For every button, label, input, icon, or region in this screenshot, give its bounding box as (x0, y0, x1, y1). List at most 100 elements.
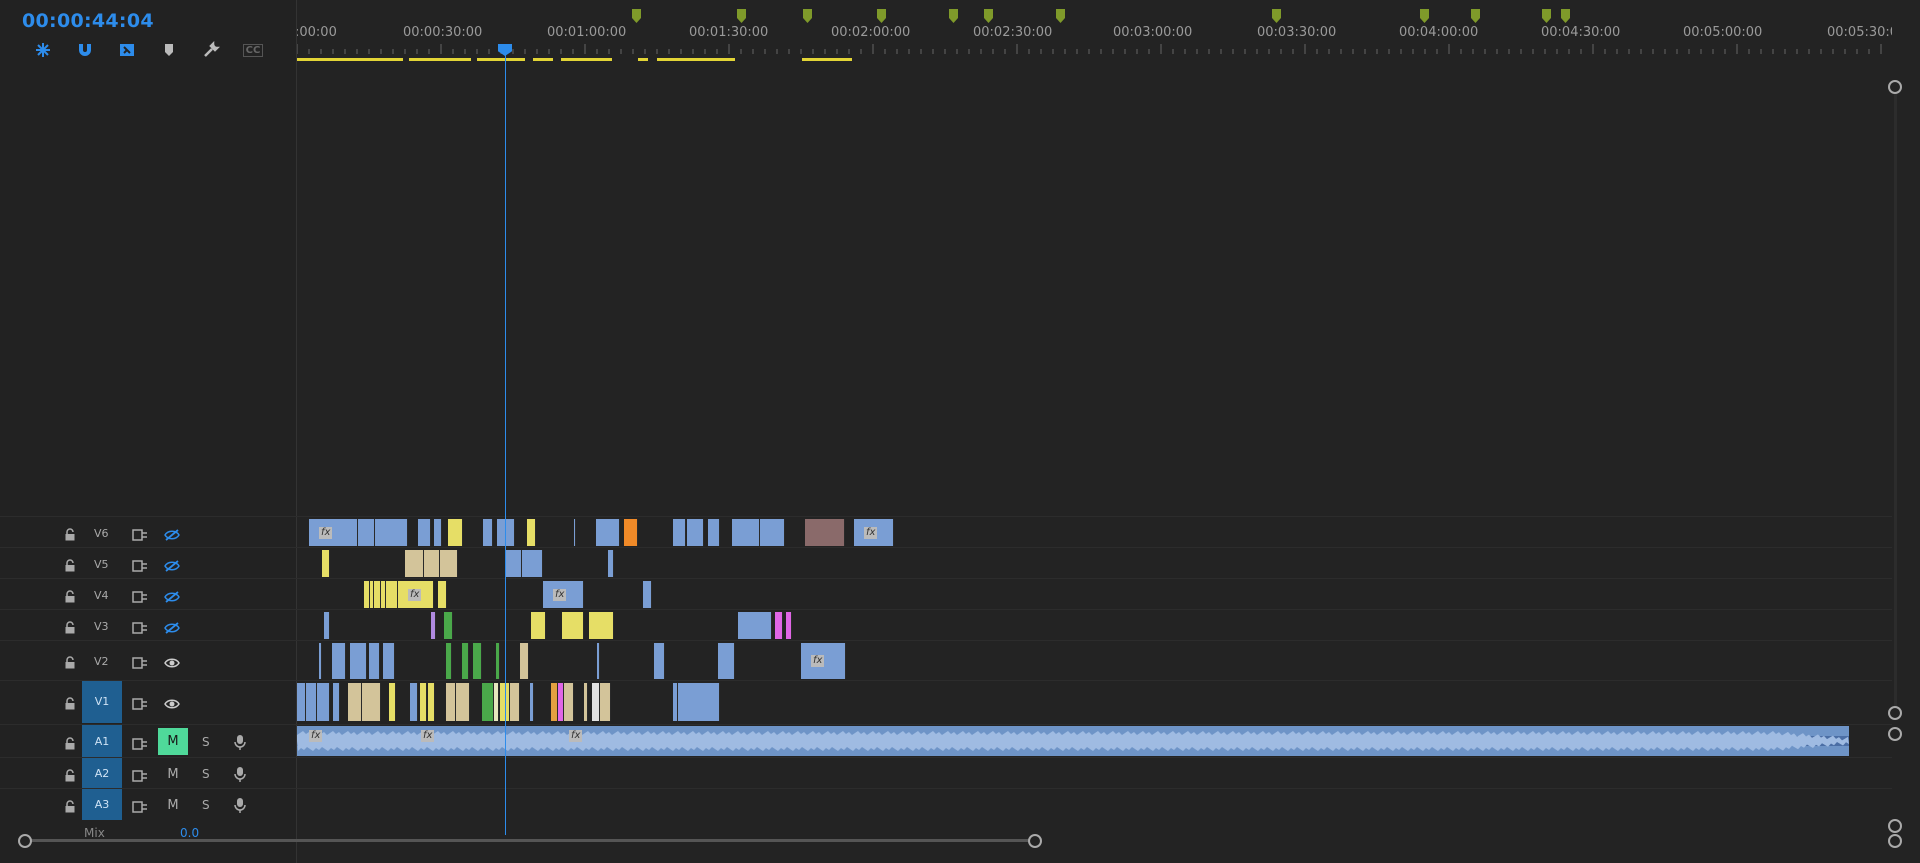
eye-hidden-icon[interactable] (164, 557, 180, 576)
clip[interactable] (374, 581, 381, 608)
clip[interactable] (687, 519, 704, 546)
horizontal-scroll-end-knob[interactable] (1888, 834, 1902, 848)
solo-button[interactable]: S (202, 798, 210, 812)
eye-hidden-icon[interactable] (164, 588, 180, 607)
clip[interactable] (596, 519, 620, 546)
lock-icon[interactable] (64, 767, 76, 786)
linked-selection-icon[interactable] (106, 38, 148, 62)
clip[interactable] (520, 643, 529, 679)
clip[interactable] (786, 612, 792, 639)
lock-icon[interactable] (64, 526, 76, 545)
clip[interactable] (444, 612, 453, 639)
mix-value[interactable]: 0.0 (180, 826, 199, 840)
timeline-marker[interactable] (1056, 8, 1065, 23)
track-name[interactable]: A3 (82, 789, 122, 820)
sync-lock-icon[interactable] (132, 654, 148, 673)
clip[interactable] (386, 581, 398, 608)
clip[interactable] (624, 519, 638, 546)
clip[interactable] (438, 581, 447, 608)
microphone-icon[interactable] (234, 734, 246, 754)
clip[interactable] (456, 683, 470, 721)
timeline-marker[interactable] (632, 8, 641, 23)
track-name[interactable]: A2 (82, 758, 122, 789)
sync-lock-icon[interactable] (132, 735, 148, 754)
eye-icon[interactable] (164, 654, 180, 673)
sync-lock-icon[interactable] (132, 557, 148, 576)
clip[interactable] (562, 612, 584, 639)
timeline-marker[interactable] (984, 8, 993, 23)
video-track-v6[interactable]: V6 fx fx (0, 516, 1892, 548)
track-name[interactable]: V5 (94, 558, 109, 571)
clip[interactable] (420, 683, 427, 721)
clip[interactable] (389, 683, 396, 721)
video-track-v3[interactable]: V3 (0, 609, 1892, 641)
audio-track-a2[interactable]: A2 M S (0, 757, 1892, 789)
clip[interactable] (424, 550, 440, 577)
horizontal-scroll-left-knob[interactable] (18, 834, 32, 848)
timeline-marker[interactable] (803, 8, 812, 23)
clip[interactable]: fx (309, 519, 358, 546)
clip[interactable] (350, 643, 367, 679)
clip[interactable]: fx (543, 581, 584, 608)
captions-icon[interactable]: CC (232, 38, 274, 62)
clip[interactable] (732, 519, 760, 546)
clip[interactable] (505, 550, 522, 577)
clip[interactable] (584, 683, 588, 721)
clip[interactable] (462, 643, 469, 679)
track-name[interactable]: V3 (94, 620, 109, 633)
clip[interactable]: fx (854, 519, 894, 546)
vertical-scroll-top-knob[interactable] (1888, 80, 1902, 94)
sync-lock-icon[interactable] (132, 526, 148, 545)
clip[interactable] (410, 683, 418, 721)
timeline-marker[interactable] (1561, 8, 1570, 23)
clip[interactable] (592, 683, 600, 721)
clip[interactable] (589, 612, 614, 639)
video-track-v1[interactable]: V1 (0, 680, 1892, 723)
magnet-icon[interactable] (64, 38, 106, 62)
clip[interactable] (522, 550, 543, 577)
time-ruler[interactable]: :00:00 00:00:30:00 00:01:00:00 00:01:30:00 0… (297, 0, 1892, 62)
track-name[interactable]: V2 (94, 655, 109, 668)
eye-hidden-icon[interactable] (164, 619, 180, 638)
clip[interactable] (564, 683, 574, 721)
clip[interactable] (324, 612, 330, 639)
microphone-icon[interactable] (234, 797, 246, 817)
track-name[interactable]: A1 (82, 725, 122, 758)
clip[interactable] (510, 683, 520, 721)
clip[interactable] (440, 550, 458, 577)
horizontal-scroll-right-knob[interactable] (1028, 834, 1042, 848)
clip[interactable] (597, 643, 600, 679)
clip[interactable] (497, 519, 515, 546)
lock-icon[interactable] (64, 654, 76, 673)
lock-icon[interactable] (64, 735, 76, 754)
clip[interactable] (405, 550, 424, 577)
clip[interactable] (496, 643, 500, 679)
clip[interactable] (375, 519, 408, 546)
sync-lock-icon[interactable] (132, 619, 148, 638)
lock-icon[interactable] (64, 798, 76, 817)
vertical-scrollbar[interactable] (1894, 80, 1897, 710)
mute-button[interactable]: M (158, 798, 188, 813)
clip[interactable] (482, 683, 494, 721)
clip[interactable] (322, 550, 330, 577)
timeline-marker[interactable] (949, 8, 958, 23)
eye-icon[interactable] (164, 695, 180, 714)
audio-scroll-bottom-knob[interactable] (1888, 819, 1902, 833)
clip[interactable] (306, 683, 317, 721)
clip[interactable] (527, 519, 536, 546)
microphone-icon[interactable] (234, 766, 246, 786)
clip[interactable] (358, 519, 375, 546)
eye-hidden-icon[interactable] (164, 526, 180, 545)
clip[interactable] (332, 643, 346, 679)
track-name[interactable]: V4 (94, 589, 109, 602)
clip[interactable] (608, 550, 614, 577)
lock-icon[interactable] (64, 695, 76, 714)
clip[interactable] (319, 643, 322, 679)
clip[interactable] (775, 612, 783, 639)
clip[interactable] (643, 581, 652, 608)
clip[interactable] (530, 683, 534, 721)
timeline-marker[interactable] (1420, 8, 1429, 23)
clip[interactable] (434, 519, 442, 546)
solo-button[interactable]: S (202, 735, 210, 749)
clip[interactable] (446, 683, 456, 721)
